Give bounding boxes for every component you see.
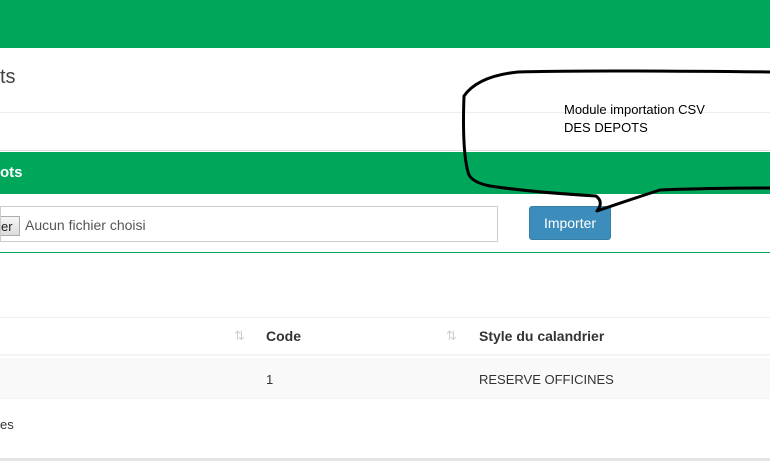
page-title: ts bbox=[0, 66, 16, 88]
column-header-style[interactable]: Style du calandrier bbox=[479, 328, 604, 344]
table-row: 1 RESERVE OFFICINES bbox=[0, 358, 770, 399]
choose-file-button[interactable]: er bbox=[1, 216, 20, 236]
callout-line-2: DES DEPOTS bbox=[564, 120, 648, 135]
callout-line-1: Module importation CSV bbox=[564, 102, 705, 117]
sort-icon[interactable]: ⇅ bbox=[234, 328, 245, 344]
section-divider bbox=[0, 150, 770, 151]
page-bottom-rule bbox=[0, 458, 770, 461]
panel-header: ots bbox=[0, 152, 770, 194]
table-info-text: es bbox=[0, 417, 14, 432]
cell-code: 1 bbox=[266, 372, 274, 387]
file-status-text: Aucun fichier choisi bbox=[25, 217, 146, 233]
top-navbar bbox=[0, 0, 770, 48]
table-header: ⇅ Code ⇅ Style du calandrier bbox=[0, 318, 770, 356]
cell-style: RESERVE OFFICINES bbox=[479, 372, 614, 387]
import-button[interactable]: Importer bbox=[529, 206, 611, 240]
panel-bottom-border bbox=[0, 252, 770, 253]
panel-title: ots bbox=[0, 164, 23, 181]
file-input[interactable]: er Aucun fichier choisi bbox=[0, 206, 498, 242]
column-header-code[interactable]: Code bbox=[266, 328, 301, 344]
callout-text: Module importation CSV DES DEPOTS bbox=[564, 101, 705, 137]
sort-icon[interactable]: ⇅ bbox=[446, 328, 457, 344]
